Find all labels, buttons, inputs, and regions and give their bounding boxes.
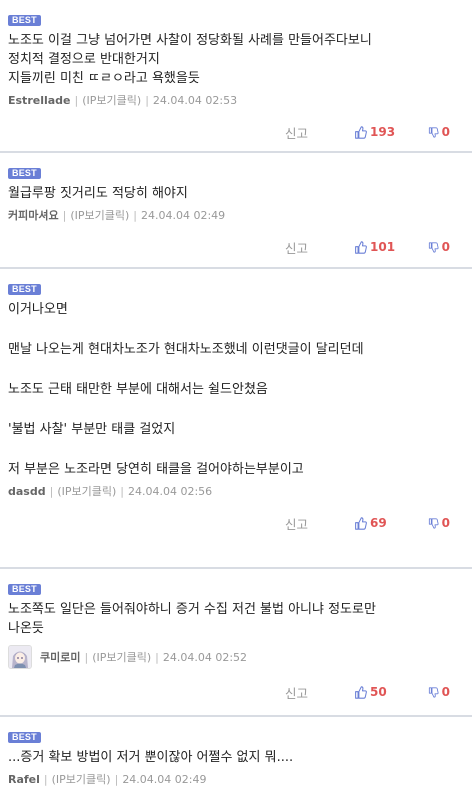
meta-separator: | bbox=[120, 484, 124, 498]
thumbs-up-icon bbox=[355, 516, 367, 530]
comment-body: ...증거 확보 방법이 저거 뿐이잖아 어쩔수 없지 뭐.... bbox=[8, 748, 464, 767]
comment-item: BEST ...증거 확보 방법이 저거 뿐이잖아 어쩔수 없지 뭐.... R… bbox=[0, 717, 472, 805]
thumbs-down-icon bbox=[428, 241, 439, 253]
best-badge: BEST bbox=[8, 168, 41, 179]
report-button[interactable]: 신고 bbox=[285, 683, 308, 702]
meta-separator: | bbox=[133, 208, 137, 222]
anime-avatar-icon[interactable] bbox=[8, 645, 32, 669]
comment-actions: 신고 50 0 bbox=[8, 674, 464, 710]
best-badge: BEST bbox=[8, 15, 41, 26]
ip-view-link[interactable]: (IP보기클릭) bbox=[92, 649, 151, 665]
comment-line: 이거나오면 bbox=[8, 302, 68, 317]
comment-line: 지들끼린 미친 ㄸㄹㅇ라고 욕했을듯 bbox=[8, 71, 200, 86]
meta-separator: | bbox=[62, 208, 67, 222]
report-button[interactable]: 신고 bbox=[285, 123, 308, 142]
report-button[interactable]: 신고 bbox=[285, 514, 308, 533]
upvote-count: 193 bbox=[370, 125, 396, 139]
upvote-count: 101 bbox=[370, 240, 396, 254]
comment-item: BEST 이거나오면 맨날 나오는게 현대차노조가 현대차노조했네 이런댓글이 … bbox=[0, 269, 472, 569]
comment-line: 저 부분은 노조라면 당연히 태클을 걸어야하는부분이고 bbox=[8, 462, 304, 477]
ip-view-link[interactable]: (IP보기클릭) bbox=[70, 207, 129, 223]
meta-separator: | bbox=[145, 93, 149, 107]
ip-view-link[interactable]: (IP보기클릭) bbox=[52, 771, 111, 787]
author-nickname[interactable]: Rafel bbox=[8, 773, 40, 786]
comment-body: 이거나오면 맨날 나오는게 현대차노조가 현대차노조했네 이런댓글이 달리던데 … bbox=[8, 300, 464, 479]
meta-separator: | bbox=[155, 650, 159, 664]
meta-separator: | bbox=[114, 772, 119, 786]
comment-body: 노조도 이걸 그냥 넘어가면 사찰이 정당화될 사례를 만들어주다보니 정치적 … bbox=[8, 31, 464, 88]
best-badge: BEST bbox=[8, 284, 41, 295]
downvote-count: 0 bbox=[441, 125, 450, 139]
meta-separator: | bbox=[43, 772, 48, 786]
thumbs-down-icon bbox=[428, 517, 439, 529]
comment-meta: dasdd | (IP보기클릭) | 24.04.04 02:56 bbox=[8, 483, 464, 499]
comment-timestamp: 24.04.04 02:49 bbox=[141, 208, 226, 222]
comment-line: 정치적 결정으로 반대한거지 bbox=[8, 52, 160, 67]
comment-meta: Rafel | (IP보기클릭) | 24.04.04 02:49 bbox=[8, 771, 464, 787]
comment-meta: 커피마셔요 | (IP보기클릭) | 24.04.04 02:49 bbox=[8, 207, 464, 223]
upvote-count: 69 bbox=[370, 516, 387, 530]
thumbs-up-icon bbox=[355, 240, 367, 254]
downvote-count: 0 bbox=[441, 516, 450, 530]
thumbs-down-icon bbox=[428, 686, 439, 698]
thumbs-up-icon bbox=[355, 125, 367, 139]
comment-line: ...증거 확보 방법이 저거 뿐이잖아 어쩔수 없지 뭐.... bbox=[8, 750, 294, 765]
comment-item: BEST 노조도 이걸 그냥 넘어가면 사찰이 정당화될 사례를 만들어주다보니… bbox=[0, 0, 472, 153]
author-nickname[interactable]: dasdd bbox=[8, 485, 46, 498]
upvote-count: 50 bbox=[370, 685, 387, 699]
comment-line: '불법 사찰' 부분만 태클 걸었지 bbox=[8, 422, 176, 437]
comment-line: 노조도 근태 태만한 부분에 대해서는 쉴드안쳤음 bbox=[8, 382, 268, 397]
comment-line: 노조도 이걸 그냥 넘어가면 사찰이 정당화될 사례를 만들어주다보니 bbox=[8, 33, 372, 48]
comment-item: BEST 노조쪽도 일단은 들어줘야하니 증거 수집 저건 불법 아니냐 정도로… bbox=[0, 569, 472, 717]
comment-list: BEST 노조도 이걸 그냥 넘어가면 사찰이 정당화될 사례를 만들어주다보니… bbox=[0, 0, 472, 805]
downvote-button[interactable]: 0 bbox=[428, 125, 450, 139]
downvote-button[interactable]: 0 bbox=[428, 685, 450, 699]
comment-meta: Estrellade | (IP보기클릭) | 24.04.04 02:53 bbox=[8, 92, 464, 108]
comment-actions: 신고 69 0 bbox=[8, 505, 464, 541]
downvote-count: 0 bbox=[441, 240, 450, 254]
comment-line: 나온듯 bbox=[8, 621, 44, 636]
comment-body: 노조쪽도 일단은 들어줘야하니 증거 수집 저건 불법 아니냐 정도로만 나온듯 bbox=[8, 600, 464, 638]
upvote-button[interactable]: 69 bbox=[354, 516, 428, 530]
comment-item: BEST 월급루팡 짓거리도 적당히 해야지 커피마셔요 | (IP보기클릭) … bbox=[0, 153, 472, 269]
comment-timestamp: 24.04.04 02:53 bbox=[152, 93, 238, 107]
ip-view-link[interactable]: (IP보기클릭) bbox=[82, 92, 141, 108]
comment-body: 월급루팡 짓거리도 적당히 해야지 bbox=[8, 184, 464, 203]
downvote-count: 0 bbox=[441, 685, 450, 699]
meta-separator: | bbox=[49, 484, 54, 498]
report-button[interactable]: 신고 bbox=[285, 238, 308, 257]
comment-timestamp: 24.04.04 02:52 bbox=[162, 650, 248, 664]
comment-timestamp: 24.04.04 02:49 bbox=[122, 772, 207, 786]
comment-line: 월급루팡 짓거리도 적당히 해야지 bbox=[8, 186, 188, 201]
author-nickname[interactable]: Estrellade bbox=[8, 94, 71, 107]
upvote-button[interactable]: 50 bbox=[354, 685, 428, 699]
best-badge: BEST bbox=[8, 584, 41, 595]
upvote-button[interactable]: 101 bbox=[354, 240, 428, 254]
comment-timestamp: 24.04.04 02:56 bbox=[127, 484, 213, 498]
comment-line: 맨날 나오는게 현대차노조가 현대차노조했네 이런댓글이 달리던데 bbox=[8, 342, 364, 357]
comment-actions: 신고 101 0 bbox=[8, 229, 464, 265]
downvote-button[interactable]: 0 bbox=[428, 516, 450, 530]
ip-view-link[interactable]: (IP보기클릭) bbox=[57, 483, 116, 499]
best-badge: BEST bbox=[8, 732, 41, 743]
meta-separator: | bbox=[74, 93, 79, 107]
comment-line: 노조쪽도 일단은 들어줘야하니 증거 수집 저건 불법 아니냐 정도로만 bbox=[8, 602, 376, 617]
downvote-button[interactable]: 0 bbox=[428, 240, 450, 254]
author-nickname[interactable]: 쿠미로미 bbox=[40, 649, 80, 665]
comment-meta: 쿠미로미 | (IP보기클릭) | 24.04.04 02:52 bbox=[8, 644, 464, 670]
meta-separator: | bbox=[84, 650, 89, 664]
thumbs-down-icon bbox=[428, 126, 439, 138]
comment-actions: 신고 193 0 bbox=[8, 114, 464, 150]
upvote-button[interactable]: 193 bbox=[354, 125, 428, 139]
thumbs-up-icon bbox=[355, 685, 367, 699]
author-nickname[interactable]: 커피마셔요 bbox=[8, 207, 59, 223]
